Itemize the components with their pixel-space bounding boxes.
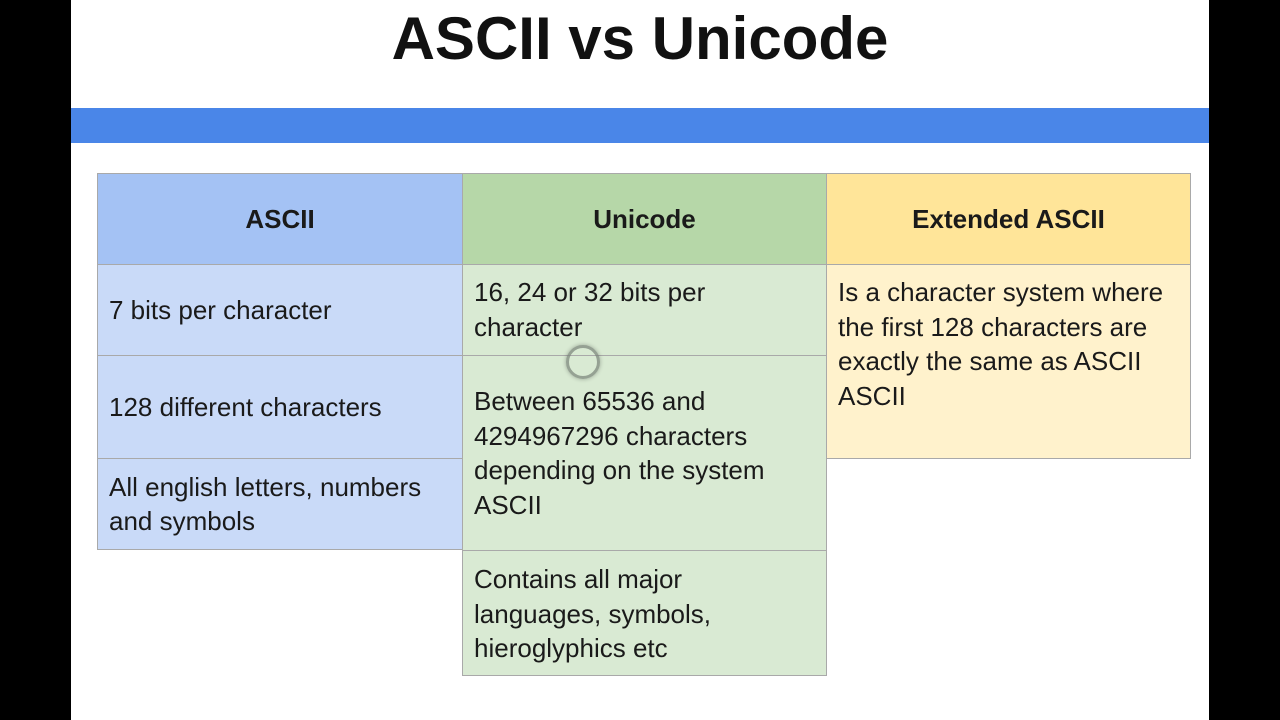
title-band xyxy=(71,108,1209,143)
unicode-cell-count: Between 65536 and 4294967296 characters … xyxy=(462,355,827,551)
ascii-cell-contents: All english letters, numbers and symbols xyxy=(97,458,463,550)
header-ascii: ASCII xyxy=(97,173,463,265)
slide: ASCII vs Unicode ASCII Unicode Extended … xyxy=(71,0,1209,720)
header-unicode: Unicode xyxy=(462,173,827,265)
slide-title: ASCII vs Unicode xyxy=(391,5,889,72)
header-extended-ascii: Extended ASCII xyxy=(826,173,1191,265)
ascii-cell-count: 128 different characters xyxy=(97,355,463,459)
unicode-cell-contents: Contains all major languages, symbols, h… xyxy=(462,550,827,676)
ascii-cell-bits: 7 bits per character xyxy=(97,264,463,356)
cursor-indicator xyxy=(566,345,600,379)
unicode-cell-bits: 16, 24 or 32 bits per character xyxy=(462,264,827,356)
extended-ascii-cell: Is a character system where the first 12… xyxy=(826,264,1191,459)
